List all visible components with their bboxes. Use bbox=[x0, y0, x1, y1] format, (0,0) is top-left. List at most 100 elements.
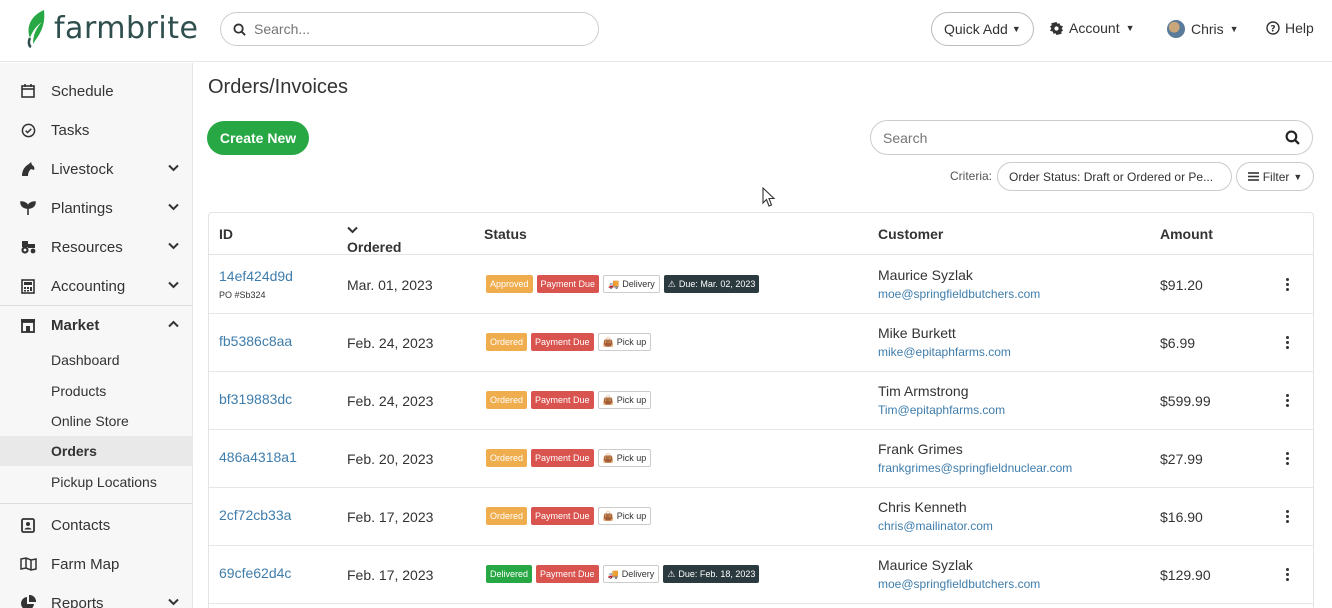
global-search-input[interactable] bbox=[254, 21, 554, 37]
po-number: PO #Sb324 bbox=[219, 290, 266, 300]
search-icon bbox=[233, 22, 246, 36]
chevron-up-icon[interactable] bbox=[168, 317, 179, 331]
chevron-down-icon[interactable] bbox=[168, 239, 179, 253]
order-id-link[interactable]: bf319883dc bbox=[219, 391, 292, 407]
sidebar-item-label: Reports bbox=[51, 594, 104, 608]
row-actions-kebab-icon[interactable] bbox=[1282, 332, 1292, 352]
chevron-down-icon[interactable] bbox=[168, 161, 179, 175]
status-badges: Approved Payment Due 🚚 Delivery ⚠ Due: Mar… bbox=[486, 275, 760, 293]
sidebar-item-plantings[interactable]: Plantings bbox=[0, 189, 193, 227]
sidebar-sub-pickup-locations[interactable]: Pickup Locations bbox=[0, 467, 193, 497]
check-circle-icon bbox=[18, 120, 38, 140]
page-title: Orders/Invoices bbox=[208, 76, 349, 98]
user-menu[interactable]: Chris ▼ bbox=[1167, 20, 1239, 38]
row-actions-kebab-icon[interactable] bbox=[1282, 448, 1292, 468]
orders-table: ID Ordered Status Customer Amount 14ef42… bbox=[208, 212, 1314, 608]
sidebar-item-schedule[interactable]: Schedule bbox=[0, 72, 193, 110]
column-header-amount[interactable]: Amount bbox=[1160, 226, 1213, 242]
customer-email-link[interactable]: mike@epitaphfarms.com bbox=[878, 345, 1011, 359]
quick-add-button[interactable]: Quick Add ▼ bbox=[931, 12, 1034, 46]
payment-status-badge: Payment Due bbox=[536, 565, 599, 583]
payment-status-badge: Payment Due bbox=[531, 333, 594, 351]
create-new-button[interactable]: Create New bbox=[207, 121, 309, 155]
order-amount: $16.90 bbox=[1160, 509, 1203, 525]
sidebar-sub-label: Pickup Locations bbox=[51, 474, 157, 490]
sidebar-sub-dashboard[interactable]: Dashboard bbox=[0, 345, 193, 375]
customer-email-link[interactable]: moe@springfieldbutchers.com bbox=[878, 577, 1040, 591]
sidebar-sub-label: Orders bbox=[51, 443, 97, 459]
help-link[interactable]: ? Help bbox=[1266, 20, 1314, 36]
sidebar-item-contacts[interactable]: Contacts bbox=[0, 503, 193, 547]
column-header-id[interactable]: ID bbox=[219, 226, 233, 242]
column-header-customer[interactable]: Customer bbox=[878, 226, 943, 242]
sidebar-sub-products[interactable]: Products bbox=[0, 376, 193, 406]
sidebar-item-tasks[interactable]: Tasks bbox=[0, 111, 193, 149]
mouse-cursor-icon bbox=[762, 187, 776, 207]
warning-icon: ⚠ bbox=[667, 568, 676, 579]
payment-status-badge: Payment Due bbox=[536, 275, 600, 293]
caret-down-icon: ▼ bbox=[1125, 23, 1135, 33]
status-badges: Delivered Payment Due 🚚 Delivery ⚠ Due: Fe… bbox=[486, 565, 760, 583]
row-actions-kebab-icon[interactable] bbox=[1282, 506, 1292, 526]
chevron-down-icon[interactable] bbox=[168, 278, 179, 292]
top-header: farmbrite Quick Add ▼ Account ▼ Chris ▼ … bbox=[0, 0, 1332, 62]
table-row[interactable]: 2cf72cb33a Feb. 17, 2023 Ordered Payment… bbox=[209, 488, 1313, 546]
sidebar-item-label: Market bbox=[51, 317, 100, 334]
status-badges: Ordered Payment Due 👜 Pick up bbox=[486, 391, 652, 409]
order-id-link[interactable]: 486a4318a1 bbox=[219, 449, 297, 465]
order-amount: $27.99 bbox=[1160, 451, 1203, 467]
farmbrite-logo[interactable]: farmbrite bbox=[24, 8, 198, 48]
sidebar-sub-online-store[interactable]: Online Store bbox=[0, 406, 193, 436]
customer-email-link[interactable]: chris@mailinator.com bbox=[878, 519, 993, 533]
customer-name: Maurice Syzlak bbox=[878, 267, 973, 283]
criteria-filter-pill[interactable]: Order Status: Draft or Ordered or Pe... bbox=[997, 162, 1232, 191]
sidebar-item-label: Livestock bbox=[51, 160, 114, 178]
table-row[interactable]: fb5386c8aa Feb. 24, 2023 Ordered Payment… bbox=[209, 314, 1313, 372]
gear-icon bbox=[1050, 21, 1063, 35]
orders-search-input[interactable] bbox=[883, 129, 1285, 146]
sidebar-item-farm-map[interactable]: Farm Map bbox=[0, 545, 193, 583]
chevron-down-icon[interactable] bbox=[168, 595, 179, 608]
sidebar-item-market[interactable]: Market bbox=[0, 305, 193, 345]
order-id-link[interactable]: 2cf72cb33a bbox=[219, 507, 291, 523]
table-row[interactable]: 486a4318a1 Feb. 20, 2023 Ordered Payment… bbox=[209, 430, 1313, 488]
sidebar-item-reports[interactable]: Reports bbox=[0, 584, 193, 608]
brand-name: farmbrite bbox=[54, 10, 199, 46]
customer-email-link[interactable]: frankgrimes@springfieldnuclear.com bbox=[878, 461, 1072, 475]
account-menu[interactable]: Account ▼ bbox=[1050, 20, 1135, 36]
warning-icon: ⚠ bbox=[667, 278, 676, 289]
sidebar-sub-orders[interactable]: Orders bbox=[0, 436, 193, 466]
table-row[interactable]: 69cfe62d4c Feb. 17, 2023 Delivered Payme… bbox=[209, 546, 1313, 604]
order-id-link[interactable]: fb5386c8aa bbox=[219, 333, 292, 349]
sidebar-item-resources[interactable]: Resources bbox=[0, 228, 193, 266]
row-actions-kebab-icon[interactable] bbox=[1282, 274, 1292, 294]
order-status-badge: Ordered bbox=[486, 507, 528, 525]
table-row[interactable]: 14ef424d9d PO #Sb324 Mar. 01, 2023 Appro… bbox=[209, 256, 1313, 314]
customer-email-link[interactable]: Tim@epitaphfarms.com bbox=[878, 403, 1005, 417]
avatar bbox=[1167, 20, 1185, 38]
truck-icon: 🚚 bbox=[607, 568, 619, 579]
seedling-icon bbox=[18, 198, 38, 218]
sidebar-item-livestock[interactable]: Livestock bbox=[0, 150, 193, 188]
order-id-link[interactable]: 14ef424d9d bbox=[219, 268, 293, 284]
filter-button[interactable]: Filter ▼ bbox=[1236, 162, 1314, 191]
order-id-link[interactable]: 69cfe62d4c bbox=[219, 565, 291, 581]
search-icon[interactable] bbox=[1285, 130, 1300, 145]
fulfillment-badge: 🚚 Delivery bbox=[603, 275, 660, 293]
sidebar-item-accounting[interactable]: Accounting bbox=[0, 267, 193, 305]
order-date: Mar. 01, 2023 bbox=[347, 277, 433, 293]
table-row[interactable]: bf319883dc Feb. 24, 2023 Ordered Payment… bbox=[209, 372, 1313, 430]
store-icon bbox=[18, 316, 38, 336]
orders-search[interactable] bbox=[870, 120, 1313, 155]
fulfillment-badge: 👜 Pick up bbox=[597, 391, 652, 409]
sidebar-sub-label: Products bbox=[51, 383, 107, 399]
row-actions-kebab-icon[interactable] bbox=[1282, 564, 1292, 584]
chevron-down-icon[interactable] bbox=[168, 200, 179, 214]
row-actions-kebab-icon[interactable] bbox=[1282, 390, 1292, 410]
status-badges: Ordered Payment Due 👜 Pick up bbox=[486, 507, 652, 525]
customer-email-link[interactable]: moe@springfieldbutchers.com bbox=[878, 287, 1040, 301]
column-header-ordered[interactable]: Ordered bbox=[347, 226, 401, 255]
table-header: ID Ordered Status Customer Amount bbox=[209, 213, 1313, 255]
global-search[interactable] bbox=[220, 12, 599, 46]
column-header-status[interactable]: Status bbox=[484, 226, 527, 242]
